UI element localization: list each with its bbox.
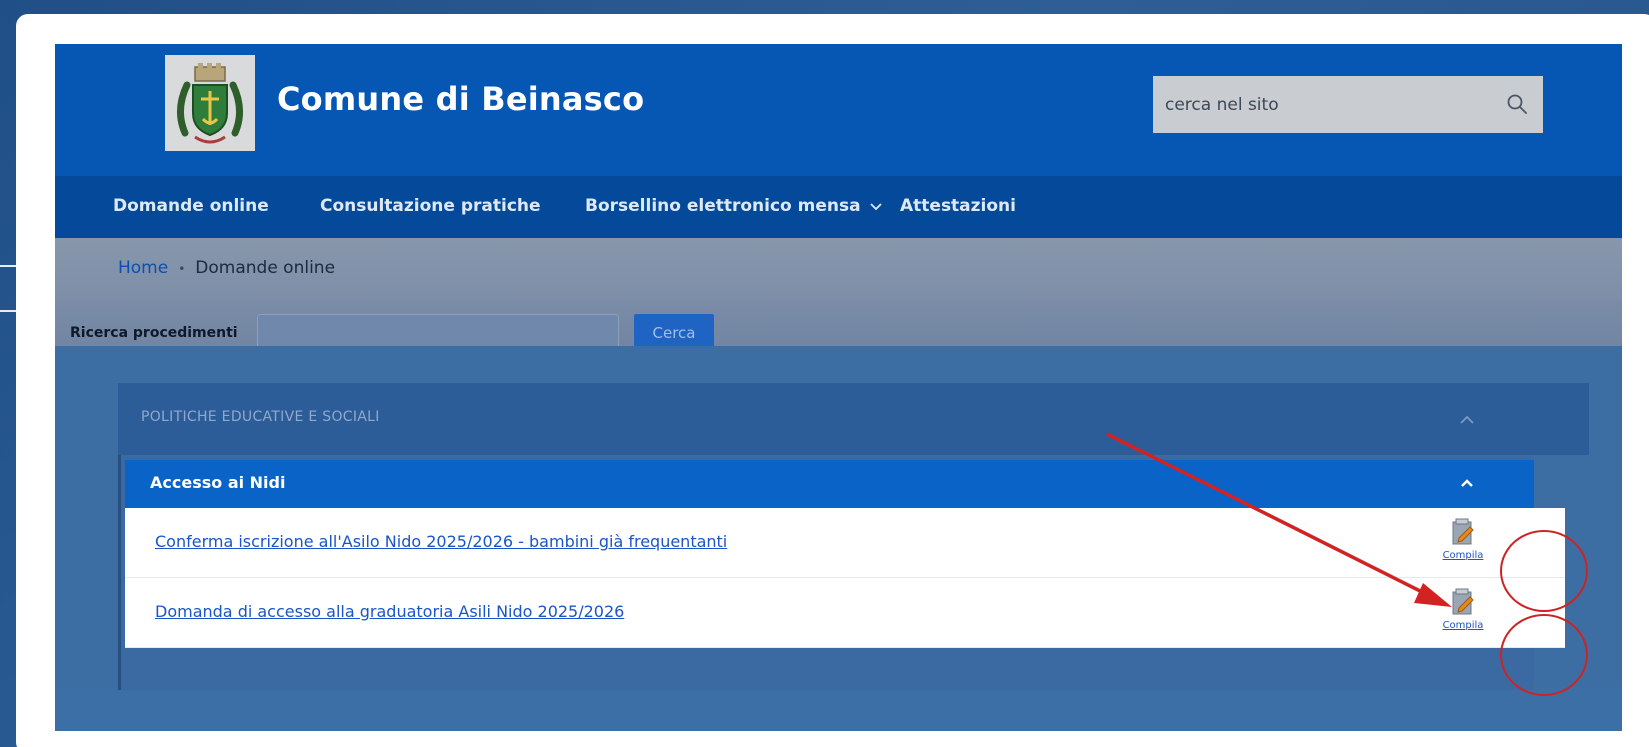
highlight-circle-annotation: [1500, 614, 1588, 696]
table-row: Domanda di accesso alla graduatoria Asil…: [125, 578, 1565, 648]
site-title[interactable]: Comune di Beinasco: [277, 80, 644, 118]
nav-item-consultazione-pratiche[interactable]: Consultazione pratiche: [320, 196, 541, 216]
chevron-up-icon[interactable]: [1458, 474, 1476, 492]
compila-label: Compila: [1442, 620, 1484, 631]
breadcrumb: Home • Domande online: [118, 258, 335, 278]
breadcrumb-bar: Home • Domande online: [55, 238, 1622, 300]
chevron-down-icon: [869, 203, 882, 211]
subsection-header-accesso-nidi[interactable]: Accesso ai Nidi: [125, 460, 1534, 508]
compila-label: Compila: [1442, 550, 1484, 561]
nav-item-borsellino-mensa[interactable]: Borsellino elettronico mensa: [585, 196, 883, 216]
site-search[interactable]: [1153, 76, 1543, 133]
table-row: Conferma iscrizione all'Asilo Nido 2025/…: [125, 508, 1565, 578]
category-panel-header[interactable]: POLITICHE EDUCATIVE E SOCIALI: [118, 383, 1589, 455]
highlight-circle-annotation: [1500, 530, 1588, 612]
municipal-coat-of-arms-logo[interactable]: [165, 55, 255, 151]
procedure-search-label: Ricerca procedimenti: [70, 325, 238, 341]
coat-of-arms-icon: [165, 55, 255, 151]
breadcrumb-current: Domande online: [195, 258, 336, 278]
site-search-input[interactable]: [1153, 76, 1483, 133]
nav-item-domande-online[interactable]: Domande online: [113, 196, 269, 216]
compila-button[interactable]: Compila: [1438, 588, 1488, 640]
breadcrumb-separator: •: [178, 262, 186, 276]
subsection-title: Accesso ai Nidi: [150, 473, 286, 492]
edit-form-icon: [1452, 588, 1474, 615]
category-panel-title: POLITICHE EDUCATIVE E SOCIALI: [141, 409, 380, 425]
nav-item-label: Borsellino elettronico mensa: [585, 196, 861, 216]
breadcrumb-home-link[interactable]: Home: [118, 258, 168, 278]
search-icon[interactable]: [1505, 92, 1529, 116]
procedure-link[interactable]: Domanda di accesso alla graduatoria Asil…: [155, 602, 624, 621]
nav-item-attestazioni[interactable]: Attestazioni: [900, 196, 1016, 216]
chevron-up-icon[interactable]: [1458, 411, 1476, 429]
edit-form-icon: [1452, 518, 1474, 545]
site-header: Comune di Beinasco: [55, 44, 1622, 176]
compila-button[interactable]: Compila: [1438, 518, 1488, 570]
main-navigation: Domande online Consultazione pratiche Bo…: [55, 176, 1622, 238]
procedure-link[interactable]: Conferma iscrizione all'Asilo Nido 2025/…: [155, 532, 727, 551]
